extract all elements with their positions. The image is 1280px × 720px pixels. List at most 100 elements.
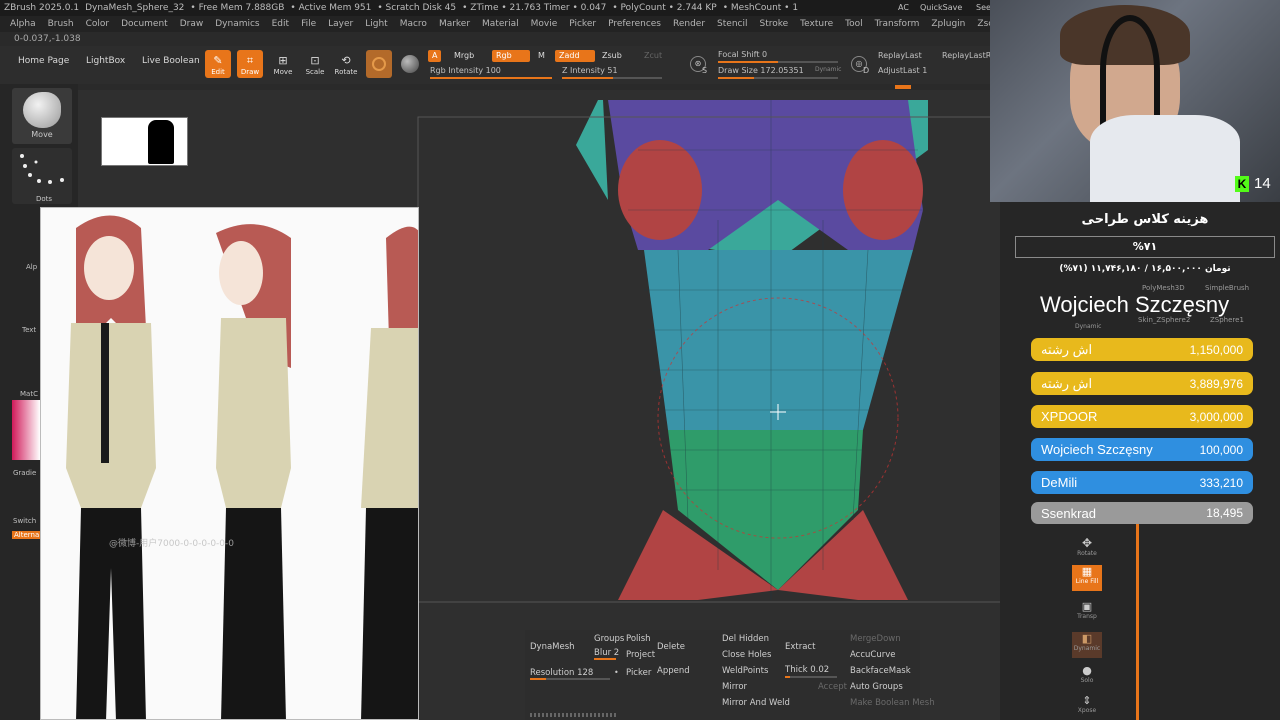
backface-mask-toggle[interactable]: BackfaceMask	[850, 666, 911, 676]
rgb-intensity-track[interactable]	[430, 77, 552, 79]
line-fill-button[interactable]: ▦ Line Fill	[1072, 565, 1102, 591]
scroll-indicator[interactable]	[895, 85, 911, 89]
menu-item-render[interactable]: Render	[673, 19, 705, 29]
home-page-button[interactable]: Home Page	[18, 56, 69, 66]
thick-slider[interactable]: Thick 0.02	[785, 665, 829, 675]
menu-item-stencil[interactable]: Stencil	[717, 19, 747, 29]
picker-button[interactable]: Picker	[626, 668, 651, 678]
subtool-simplebrush[interactable]: SimpleBrush	[1205, 284, 1249, 292]
del-hidden-button[interactable]: Del Hidden	[722, 634, 769, 644]
menu-item-preferences[interactable]: Preferences	[608, 19, 661, 29]
delete-button[interactable]: Delete	[657, 642, 685, 652]
matcap-label[interactable]: MatC	[20, 390, 38, 398]
focal-shift-track[interactable]	[718, 61, 838, 63]
rotate-view-button[interactable]: ✥ Rotate	[1072, 536, 1102, 562]
append-button[interactable]: Append	[657, 666, 690, 676]
zsub-toggle[interactable]: Zsub	[598, 50, 626, 62]
live-boolean-button[interactable]: Live Boolean	[142, 56, 200, 66]
rgb-intensity-slider[interactable]: Rgb Intensity 100	[430, 66, 501, 75]
gradient-label[interactable]: Gradie	[13, 469, 36, 477]
dynamic-toggle[interactable]: Dynamic	[815, 66, 841, 73]
menu-item-stroke[interactable]: Stroke	[759, 19, 788, 29]
menu-item-layer[interactable]: Layer	[328, 19, 353, 29]
panel-scrollbar[interactable]	[1136, 524, 1139, 720]
adjust-last-slider[interactable]: AdjustLast 1	[878, 66, 927, 75]
xpose-button[interactable]: ⇕ Xpose	[1072, 694, 1102, 720]
panel-grip[interactable]	[530, 713, 616, 717]
focal-shift-slider[interactable]: Focal Shift 0	[718, 50, 767, 59]
mirror-and-weld-button[interactable]: Mirror And Weld	[722, 698, 790, 708]
menu-item-edit[interactable]: Edit	[272, 19, 289, 29]
menu-item-marker[interactable]: Marker	[439, 19, 470, 29]
menu-item-brush[interactable]: Brush	[48, 19, 74, 29]
menu-item-zplugin[interactable]: Zplugin	[931, 19, 965, 29]
menu-item-movie[interactable]: Movie	[531, 19, 558, 29]
brush-selector[interactable]: Move	[12, 88, 72, 144]
alpha-label[interactable]: Alp	[26, 263, 37, 271]
accept-button[interactable]: Accept	[818, 682, 847, 692]
close-holes-button[interactable]: Close Holes	[722, 650, 771, 660]
z-intensity-track[interactable]	[562, 77, 662, 79]
menu-item-draw[interactable]: Draw	[180, 19, 204, 29]
move-tool-button[interactable]: ⊞ Move	[270, 50, 296, 78]
extract-button[interactable]: Extract	[785, 642, 815, 652]
menu-item-tool[interactable]: Tool	[845, 19, 862, 29]
a-toggle[interactable]: A	[428, 50, 442, 62]
menu-item-texture[interactable]: Texture	[800, 19, 833, 29]
resolution-track[interactable]	[530, 678, 610, 680]
thick-track[interactable]	[785, 676, 837, 678]
lightbox-button[interactable]: LightBox	[86, 56, 125, 66]
menu-item-material[interactable]: Material	[482, 19, 519, 29]
weldpoints-button[interactable]: WeldPoints	[722, 666, 768, 676]
mirror-button[interactable]: Mirror	[722, 682, 747, 692]
polish-toggle[interactable]: Polish	[626, 634, 651, 644]
rotate-tool-button[interactable]: ⟲ Rotate	[333, 50, 359, 78]
project-toggle[interactable]: Project	[626, 650, 655, 660]
replay-last-button[interactable]: ReplayLast	[878, 51, 922, 60]
material-sphere-icon[interactable]	[401, 55, 419, 73]
dynamesh-button[interactable]: DynaMesh	[530, 642, 575, 652]
dynamic-persp-button[interactable]: ◧ Dynamic	[1072, 632, 1102, 658]
zcut-toggle[interactable]: Zcut	[640, 50, 666, 62]
z-intensity-slider[interactable]: Z Intensity 51	[562, 66, 618, 75]
alternate-button[interactable]: Alterna	[12, 531, 42, 539]
brush-preview-button[interactable]	[366, 50, 392, 78]
switch-color-button[interactable]: Switch	[13, 517, 36, 525]
menu-item-document[interactable]: Document	[121, 19, 168, 29]
make-boolean-mesh-button[interactable]: Make Boolean Mesh	[850, 698, 935, 708]
transp-button[interactable]: ▣ Transp	[1072, 600, 1102, 626]
accucurve-toggle[interactable]: AccuCurve	[850, 650, 895, 660]
mrgb-toggle[interactable]: Mrgb	[450, 50, 478, 62]
menu-item-macro[interactable]: Macro	[400, 19, 427, 29]
blur-track[interactable]	[594, 658, 616, 660]
menu-item-alpha[interactable]: Alpha	[10, 19, 36, 29]
m-toggle[interactable]: M	[534, 50, 549, 62]
quicksave-button[interactable]: QuickSave	[920, 3, 962, 12]
scale-tool-button[interactable]: ⊡ Scale	[302, 50, 328, 78]
resolution-slider[interactable]: Resolution 128	[530, 668, 593, 678]
blur-slider[interactable]: Blur 2	[594, 648, 619, 658]
auto-groups-button[interactable]: Auto Groups	[850, 682, 903, 692]
see-through-button[interactable]: See	[976, 3, 991, 12]
replay-last-rel-button[interactable]: ReplayLastRe	[942, 51, 996, 60]
stroke-selector[interactable]: Dots	[12, 148, 72, 204]
subtool-polymesh[interactable]: PolyMesh3D	[1142, 284, 1185, 292]
rgb-toggle[interactable]: Rgb	[492, 50, 530, 62]
menu-item-picker[interactable]: Picker	[569, 19, 596, 29]
navigation-thumbnail[interactable]	[101, 117, 188, 166]
menu-item-color[interactable]: Color	[86, 19, 110, 29]
menu-item-light[interactable]: Light	[365, 19, 387, 29]
menu-item-transform[interactable]: Transform	[875, 19, 920, 29]
draw-tool-button[interactable]: ⌗ Draw	[237, 50, 263, 78]
menu-item-dynamics[interactable]: Dynamics	[215, 19, 259, 29]
draw-size-track[interactable]	[718, 77, 838, 79]
solo-button[interactable]: ● Solo	[1072, 664, 1102, 690]
menu-item-file[interactable]: File	[301, 19, 316, 29]
texture-label[interactable]: Text	[22, 326, 36, 334]
color-picker[interactable]	[12, 400, 40, 460]
edit-tool-button[interactable]: ✎ Edit	[205, 50, 231, 78]
merge-down-button[interactable]: MergeDown	[850, 634, 901, 644]
ac-button[interactable]: AC	[898, 3, 909, 12]
draw-size-slider[interactable]: Draw Size 172.05351	[718, 66, 804, 75]
zadd-toggle[interactable]: Zadd	[555, 50, 595, 62]
